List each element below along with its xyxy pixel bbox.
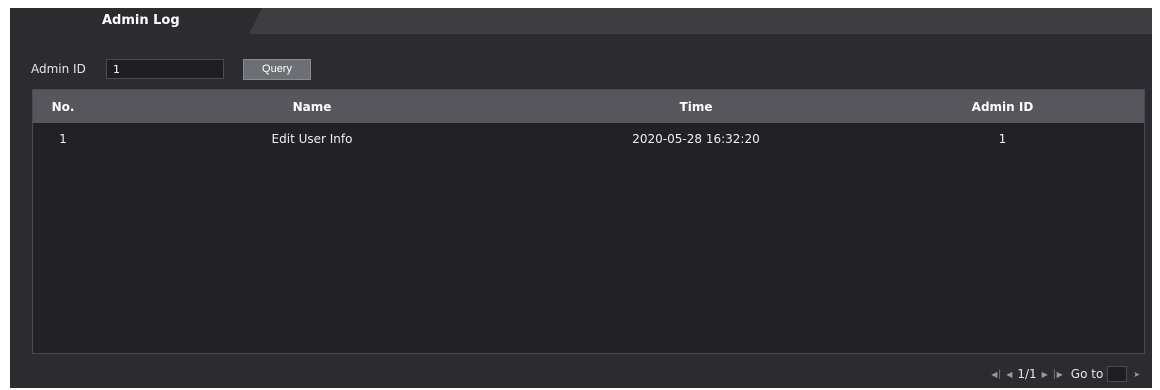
tab-label: Admin Log xyxy=(102,13,180,28)
admin-id-label: Admin ID xyxy=(31,62,86,76)
cell-admin-id: 1 xyxy=(998,132,1007,146)
goto-page-input[interactable] xyxy=(1107,366,1128,382)
header-admin-id: Admin ID xyxy=(971,99,1034,114)
tab-bar: Admin Log xyxy=(10,8,1152,34)
cell-name: Edit User Info xyxy=(271,132,353,146)
header-name: Name xyxy=(292,99,332,114)
table-header: No. Name Time Admin ID xyxy=(33,90,1144,123)
admin-id-input[interactable] xyxy=(106,59,224,79)
first-page-icon[interactable]: ◀│ xyxy=(991,370,1002,379)
last-page-icon[interactable]: │▶ xyxy=(1052,370,1063,379)
query-button[interactable]: Query xyxy=(243,58,311,80)
admin-log-panel: Admin Log Admin ID Query No. Name Time A… xyxy=(10,8,1152,388)
table-row[interactable]: 1 Edit User Info 2020-05-28 16:32:20 1 xyxy=(33,123,1144,155)
admin-log-table: No. Name Time Admin ID 1 Edit User Info … xyxy=(32,89,1145,354)
goto-label: Go to xyxy=(1070,367,1104,381)
pagination: ◀│ ◀ 1/1 ▶ │▶ Go to ➤ xyxy=(989,365,1140,383)
query-row: Admin ID Query xyxy=(31,58,311,80)
cell-no: 1 xyxy=(59,132,67,146)
prev-page-icon[interactable]: ◀ xyxy=(1006,370,1012,379)
next-page-icon[interactable]: ▶ xyxy=(1042,370,1048,379)
page-indicator: 1/1 xyxy=(1017,367,1037,381)
cell-time: 2020-05-28 16:32:20 xyxy=(632,132,760,146)
header-no: No. xyxy=(51,99,75,114)
tab-admin-log[interactable]: Admin Log xyxy=(10,8,262,34)
header-time: Time xyxy=(679,99,713,114)
go-icon[interactable]: ➤ xyxy=(1133,370,1140,379)
